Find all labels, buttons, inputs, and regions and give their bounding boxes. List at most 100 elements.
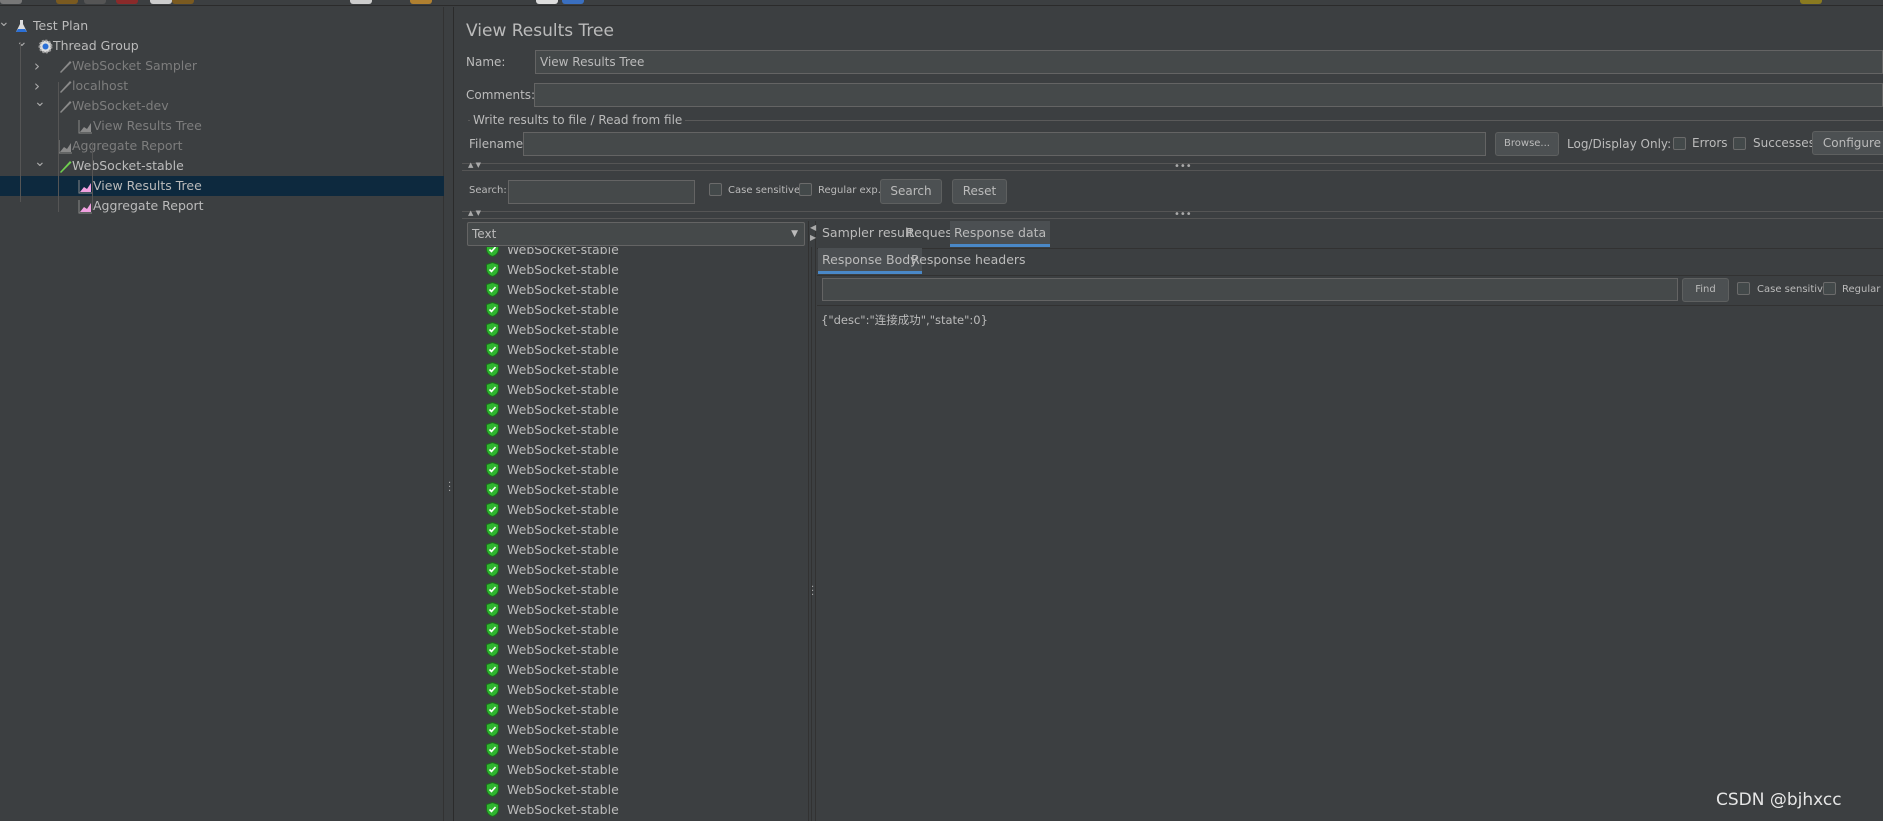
result-item-label: WebSocket-stable <box>507 762 619 777</box>
configure-button[interactable]: Configure <box>1812 131 1883 155</box>
collapse-arrows-icon[interactable]: ▲ ▼ <box>468 209 481 217</box>
result-item[interactable]: WebSocket-stable <box>486 800 619 820</box>
result-item[interactable]: WebSocket-stable <box>486 720 619 740</box>
result-item-label: WebSocket-stable <box>507 282 619 297</box>
toolbar-button[interactable] <box>56 0 78 4</box>
success-shield-icon <box>486 541 499 558</box>
result-item[interactable]: WebSocket-stable <box>486 660 619 680</box>
results-detail-splitter[interactable]: ◀ ▶ · · · <box>808 221 816 821</box>
result-item[interactable]: WebSocket-stable <box>486 780 619 800</box>
toolbar-button[interactable] <box>562 0 584 4</box>
split-arrows-icon[interactable]: ◀ ▶ <box>810 223 816 243</box>
browse-button[interactable]: Browse... <box>1495 132 1559 156</box>
result-item[interactable]: WebSocket-stable <box>486 380 619 400</box>
success-shield-icon <box>486 721 499 738</box>
result-item-label: WebSocket-stable <box>507 802 619 817</box>
success-shield-icon <box>486 561 499 578</box>
success-shield-icon <box>486 381 499 398</box>
result-item[interactable]: WebSocket-stable <box>486 400 619 420</box>
find-button[interactable]: Find <box>1682 278 1729 302</box>
result-item[interactable]: WebSocket-stable <box>486 340 619 360</box>
chevron-right-icon[interactable]: › <box>34 56 40 76</box>
find-case-sensitive-checkbox[interactable] <box>1737 282 1750 295</box>
success-shield-icon <box>486 501 499 518</box>
find-input[interactable] <box>822 278 1678 301</box>
search-button[interactable]: Search <box>880 179 942 204</box>
toolbar-button[interactable] <box>0 0 22 4</box>
chevron-down-icon[interactable]: ⌄ <box>34 92 46 112</box>
renderer-select[interactable]: Text ▼ <box>467 222 805 246</box>
result-item[interactable]: WebSocket-stable <box>486 280 619 300</box>
results-splitter[interactable]: ▲ ▼ ••• <box>462 209 1883 220</box>
tree-item[interactable]: ⌄ Test Plan <box>0 14 444 36</box>
toolbar-button[interactable] <box>536 0 558 4</box>
result-item-label: WebSocket-stable <box>507 622 619 637</box>
result-item[interactable]: WebSocket-stable <box>486 300 619 320</box>
result-item[interactable]: WebSocket-stable <box>486 640 619 660</box>
search-input[interactable] <box>508 180 695 204</box>
toolbar-button[interactable] <box>1800 0 1822 4</box>
result-item[interactable]: WebSocket-stable <box>486 460 619 480</box>
result-item[interactable]: WebSocket-stable <box>486 600 619 620</box>
filename-input[interactable] <box>523 132 1486 156</box>
toolbar-button[interactable] <box>84 0 106 4</box>
successes-checkbox[interactable] <box>1733 137 1746 150</box>
gear-icon <box>38 39 53 54</box>
result-item[interactable]: WebSocket-stable <box>486 520 619 540</box>
toolbar-button[interactable] <box>116 0 138 4</box>
result-item[interactable]: WebSocket-stable <box>486 260 619 280</box>
toolbar-button[interactable] <box>410 0 432 4</box>
result-item[interactable]: WebSocket-stable <box>486 360 619 380</box>
search-splitter[interactable]: ▲ ▼ ••• <box>462 161 1883 172</box>
result-item[interactable]: WebSocket-stable <box>486 420 619 440</box>
panel-splitter[interactable]: · · · <box>445 7 454 821</box>
subtab-response-headers[interactable]: Response headers <box>907 248 1030 274</box>
find-regexp-checkbox[interactable] <box>1823 282 1836 295</box>
tree-item[interactable]: ⌄ WebSocket-dev <box>0 94 444 116</box>
tree-item[interactable]: › localhost <box>0 76 444 96</box>
success-shield-icon <box>486 301 499 318</box>
chevron-down-icon[interactable]: ⌄ <box>0 12 10 32</box>
comments-input[interactable] <box>534 83 1883 107</box>
tree-item[interactable]: Aggregate Report <box>0 196 444 216</box>
tree-item[interactable]: View Results Tree <box>0 176 444 196</box>
search-case-sensitive-checkbox[interactable] <box>709 183 722 196</box>
result-item[interactable]: WebSocket-stable <box>486 440 619 460</box>
result-item[interactable]: WebSocket-stable <box>486 480 619 500</box>
toolbar-button[interactable] <box>172 0 194 4</box>
result-item-label: WebSocket-stable <box>507 662 619 677</box>
result-item[interactable]: WebSocket-stable <box>486 500 619 520</box>
result-item[interactable]: WebSocket-stable <box>486 620 619 640</box>
name-input[interactable]: View Results Tree <box>535 50 1883 74</box>
splitter-grip-icon: · · · <box>811 582 815 601</box>
toolbar-button[interactable] <box>150 0 172 4</box>
result-item[interactable]: WebSocket-stable <box>486 540 619 560</box>
splitter-grip-icon: · · · <box>448 478 452 497</box>
tree-item[interactable]: › WebSocket Sampler <box>0 56 444 76</box>
result-item[interactable]: WebSocket-stable <box>486 760 619 780</box>
tree-item[interactable]: Aggregate Report <box>0 136 444 156</box>
result-item[interactable]: WebSocket-stable <box>486 560 619 580</box>
result-item[interactable]: WebSocket-stable <box>486 700 619 720</box>
result-item-label: WebSocket-stable <box>507 682 619 697</box>
chevron-down-icon[interactable]: ⌄ <box>16 32 28 52</box>
result-item[interactable]: WebSocket-stable <box>486 247 619 260</box>
tree-item[interactable]: ⌄ WebSocket-stable <box>0 154 444 176</box>
reset-button[interactable]: Reset <box>952 179 1007 204</box>
search-regexp-checkbox[interactable] <box>799 183 812 196</box>
listener-icon <box>58 139 73 154</box>
result-item[interactable]: WebSocket-stable <box>486 740 619 760</box>
tree-item[interactable]: ⌄ Thread Group <box>0 34 444 56</box>
result-item[interactable]: WebSocket-stable <box>486 680 619 700</box>
errors-checkbox[interactable] <box>1673 137 1686 150</box>
result-item[interactable]: WebSocket-stable <box>486 320 619 340</box>
tree-item-label: Aggregate Report <box>72 138 183 153</box>
chevron-down-icon[interactable]: ⌄ <box>34 152 46 172</box>
response-body-text[interactable]: {"desc":"连接成功","state":0} <box>821 312 988 328</box>
toolbar-button[interactable] <box>350 0 372 4</box>
page-title: View Results Tree <box>466 21 614 41</box>
tab-response-data[interactable]: Response data <box>950 221 1051 247</box>
result-item[interactable]: WebSocket-stable <box>486 580 619 600</box>
collapse-arrows-icon[interactable]: ▲ ▼ <box>468 161 481 169</box>
tree-item[interactable]: View Results Tree <box>0 116 444 136</box>
